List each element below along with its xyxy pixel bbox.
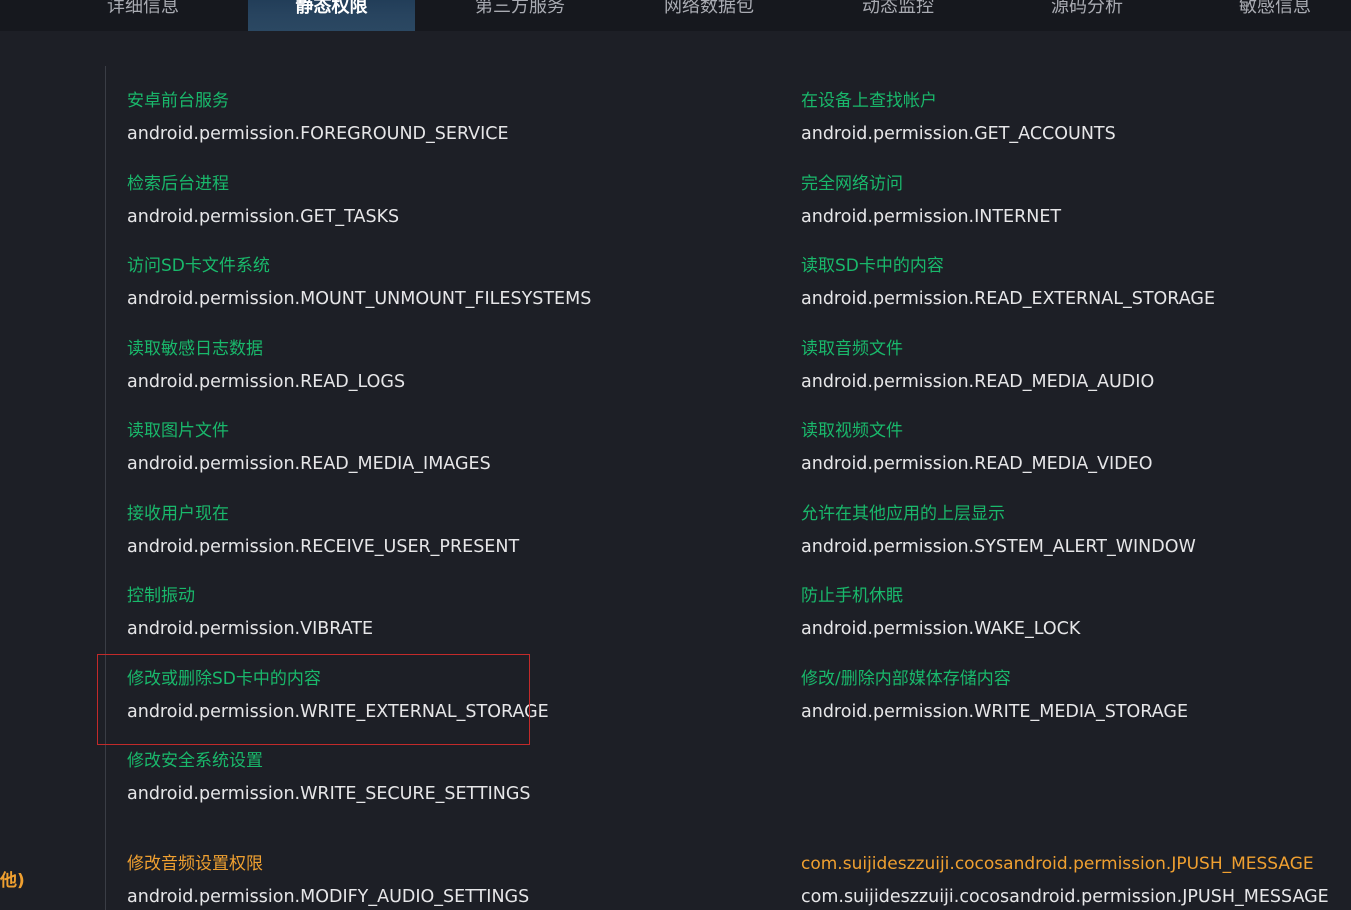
permission-id: android.permission.READ_MEDIA_IMAGES [127, 454, 491, 474]
permission-id: android.permission.SYSTEM_ALERT_WINDOW [801, 537, 1196, 557]
permission-name: 修改/删除内部媒体存储内容 [801, 669, 1011, 689]
permission-name: 检索后台进程 [127, 174, 229, 194]
permission-name: 修改音频设置权限 [127, 854, 263, 874]
permission-name: 读取音频文件 [801, 339, 903, 359]
permission-name: 接收用户现在 [127, 504, 229, 524]
permission-name: 完全网络访问 [801, 174, 903, 194]
permission-name: 控制振动 [127, 586, 195, 606]
permission-item: 安卓前台服务 android.permission.FOREGROUND_SER… [127, 90, 509, 145]
permission-id: android.permission.GET_TASKS [127, 207, 400, 227]
permission-item: 读取敏感日志数据 android.permission.READ_LOGS [127, 338, 405, 393]
tab-bar: 详细信息 静态权限 第三方服务 网络数据包 动态监控 源码分析 敏感信息 [0, 0, 1351, 31]
permission-id: android.permission.MOUNT_UNMOUNT_FILESYS… [127, 289, 592, 309]
other-permission-item: com.suijideszzuiji.cocosandroid.permissi… [801, 853, 1329, 908]
permission-item: 检索后台进程 android.permission.GET_TASKS [127, 173, 399, 228]
permission-item: 读取视频文件 android.permission.READ_MEDIA_VID… [801, 420, 1152, 475]
permission-id: android.permission.READ_MEDIA_AUDIO [801, 372, 1155, 392]
tab-source-analysis[interactable]: 源码分析 [1003, 0, 1171, 31]
permission-id: android.permission.MODIFY_AUDIO_SETTINGS [127, 887, 530, 907]
permission-name: 访问SD卡文件系统 [127, 256, 270, 276]
permission-item: 接收用户现在 android.permission.RECEIVE_USER_P… [127, 503, 519, 558]
highlight-box [97, 654, 530, 745]
permission-name: 读取图片文件 [127, 421, 229, 441]
section-divider [105, 66, 106, 910]
permission-id: android.permission.RECEIVE_USER_PRESENT [127, 537, 520, 557]
permission-id: com.suijideszzuiji.cocosandroid.permissi… [801, 887, 1329, 907]
section-label-other: 他) [0, 871, 25, 891]
permission-item: 防止手机休眠 android.permission.WAKE_LOCK [801, 585, 1080, 640]
permission-id: android.permission.WRITE_MEDIA_STORAGE [801, 702, 1189, 722]
tab-sensitive-info[interactable]: 敏感信息 [1191, 0, 1351, 31]
permission-item: 访问SD卡文件系统 android.permission.MOUNT_UNMOU… [127, 255, 591, 310]
permission-item: 读取音频文件 android.permission.READ_MEDIA_AUD… [801, 338, 1154, 393]
permission-id: android.permission.GET_ACCOUNTS [801, 124, 1116, 144]
permission-name: 在设备上查找帐户 [801, 91, 937, 111]
other-permission-item: 修改音频设置权限 android.permission.MODIFY_AUDIO… [127, 853, 529, 908]
permission-item: 读取SD卡中的内容 android.permission.READ_EXTERN… [801, 255, 1215, 310]
tab-dynamic-monitoring[interactable]: 动态监控 [814, 0, 982, 31]
permission-name: 读取SD卡中的内容 [801, 256, 944, 276]
permission-id: android.permission.READ_MEDIA_VIDEO [801, 454, 1153, 474]
permission-id: android.permission.INTERNET [801, 207, 1062, 227]
permission-id: android.permission.FOREGROUND_SERVICE [127, 124, 509, 144]
tab-static-permissions[interactable]: 静态权限 [248, 0, 415, 31]
permission-name: 读取敏感日志数据 [127, 339, 263, 359]
permission-name: 修改安全系统设置 [127, 751, 263, 771]
permission-name: 安卓前台服务 [127, 91, 229, 111]
permission-item: 修改/删除内部媒体存储内容 android.permission.WRITE_M… [801, 668, 1188, 723]
permission-item: 在设备上查找帐户 android.permission.GET_ACCOUNTS [801, 90, 1116, 145]
permission-name: 允许在其他应用的上层显示 [801, 504, 1005, 524]
permission-id: android.permission.WAKE_LOCK [801, 619, 1081, 639]
permission-item: 修改安全系统设置 android.permission.WRITE_SECURE… [127, 750, 531, 805]
tab-details[interactable]: 详细信息 [60, 0, 226, 31]
permission-id: android.permission.WRITE_SECURE_SETTINGS [127, 784, 531, 804]
permission-item: 允许在其他应用的上层显示 android.permission.SYSTEM_A… [801, 503, 1196, 558]
tab-third-party-services[interactable]: 第三方服务 [436, 0, 604, 31]
permission-item: 完全网络访问 android.permission.INTERNET [801, 173, 1061, 228]
permission-item: 控制振动 android.permission.VIBRATE [127, 585, 373, 640]
permission-item: 读取图片文件 android.permission.READ_MEDIA_IMA… [127, 420, 491, 475]
tab-network-packets[interactable]: 网络数据包 [625, 0, 793, 31]
permission-name: 读取视频文件 [801, 421, 903, 441]
permission-id: android.permission.READ_EXTERNAL_STORAGE [801, 289, 1216, 309]
permission-id: android.permission.READ_LOGS [127, 372, 406, 392]
permission-name: 防止手机休眠 [801, 586, 903, 606]
permission-name: com.suijideszzuiji.cocosandroid.permissi… [801, 854, 1314, 874]
permission-id: android.permission.VIBRATE [127, 619, 374, 639]
